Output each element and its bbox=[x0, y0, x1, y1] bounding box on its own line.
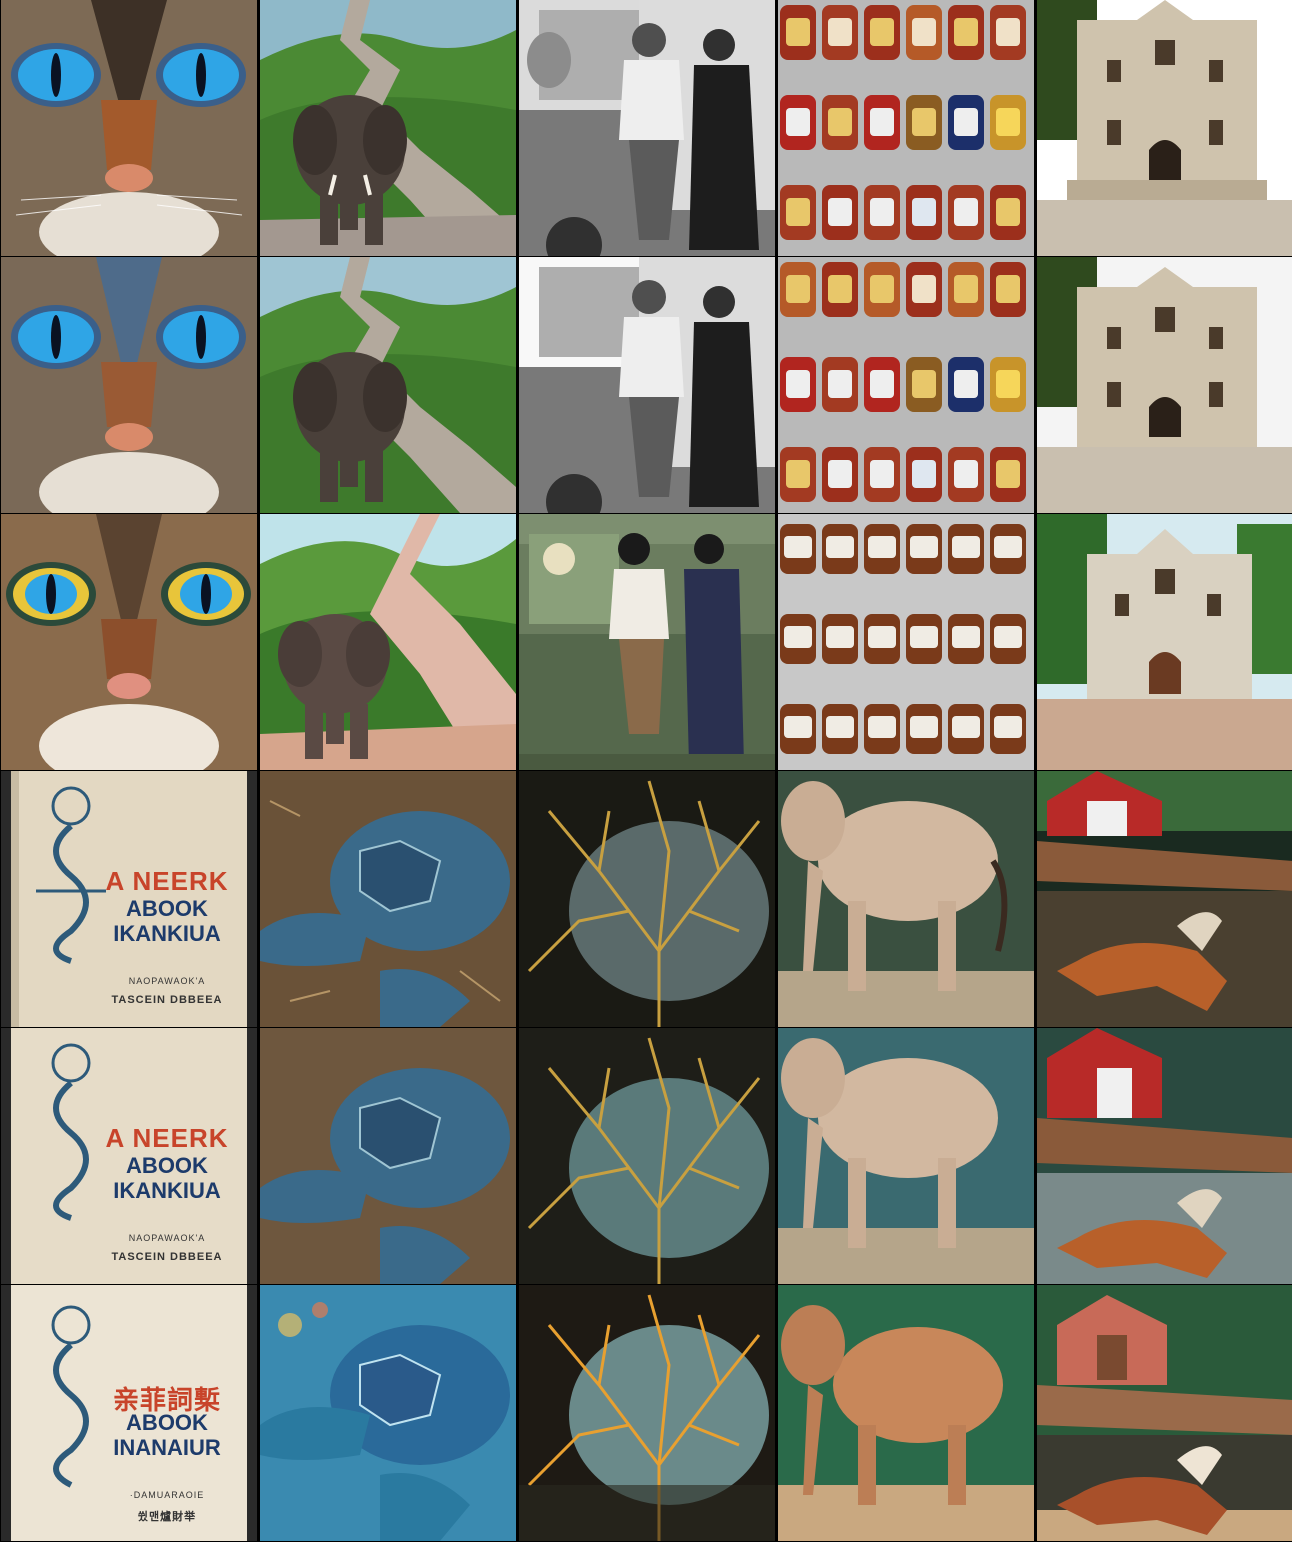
book-title-line3: IKANKIUA bbox=[113, 1178, 221, 1203]
elephant-horse-image bbox=[778, 1028, 1034, 1284]
book-subtitle: ·DAMUARAOIE bbox=[129, 1490, 205, 1500]
alamo-mission-image bbox=[1037, 0, 1292, 256]
barn-horse-tile-1 bbox=[1037, 771, 1292, 1027]
turtle-tile-2 bbox=[260, 1028, 516, 1284]
alamo-tile-3 bbox=[1037, 514, 1292, 770]
cans-tile-3 bbox=[778, 514, 1034, 770]
barn-horse-image bbox=[1037, 1028, 1292, 1284]
elephant-horse-painting bbox=[778, 1285, 1034, 1541]
barn-horse-tile-2 bbox=[1037, 1028, 1292, 1284]
elephant-wall-tile-3 bbox=[260, 514, 516, 770]
turtle-image bbox=[260, 771, 516, 1027]
tree-tile-1 bbox=[519, 771, 775, 1027]
beer-cans-image bbox=[778, 257, 1034, 513]
elephant-horse-tile-3 bbox=[778, 1285, 1034, 1541]
book-title-line3: INANAIUR bbox=[113, 1435, 221, 1460]
tree-tile-3 bbox=[519, 1285, 775, 1541]
beer-cans-image bbox=[778, 0, 1034, 256]
barn-horse-painting bbox=[1037, 1285, 1292, 1541]
book-author: 쓌맨爐財举 bbox=[137, 1511, 197, 1523]
car-tile-3 bbox=[519, 514, 775, 770]
alamo-tile-2 bbox=[1037, 257, 1292, 513]
cat-tile-3 bbox=[1, 514, 257, 770]
book-tile-2: A NEERK ABOOK IKANKIUA NAOPAWAOK'A TASCE… bbox=[1, 1028, 257, 1284]
turtle-painting bbox=[260, 1285, 516, 1541]
alamo-mission-image bbox=[1037, 257, 1292, 513]
book-tile-1: A NEERK ABOOK IKANKIUA NAOPAWAOK'A TASCE… bbox=[1, 771, 257, 1027]
turtle-tile-3 bbox=[260, 1285, 516, 1541]
alamo-tile-1 bbox=[1037, 0, 1292, 256]
turtle-image bbox=[260, 1028, 516, 1284]
book-title-line1: A NEERK bbox=[105, 866, 229, 896]
barn-horse-tile-3 bbox=[1037, 1285, 1292, 1541]
book-subtitle: NAOPAWAOK'A bbox=[128, 976, 206, 986]
image-grid: A NEERK ABOOK IKANKIUA NAOPAWAOK'A TASCE… bbox=[0, 0, 1292, 1542]
cat-face-painting bbox=[1, 514, 257, 770]
elephant-great-wall-painting bbox=[260, 514, 516, 770]
elephant-great-wall-image bbox=[260, 0, 516, 256]
elephant-horse-tile-2 bbox=[778, 1028, 1034, 1284]
car-tile-1 bbox=[519, 0, 775, 256]
book-title-line1: A NEERK bbox=[105, 1123, 229, 1153]
tree-branches-painting bbox=[519, 1285, 775, 1541]
elephant-horse-tile-1 bbox=[778, 771, 1034, 1027]
elephant-wall-tile-1 bbox=[260, 0, 516, 256]
book-title-line2: ABOOK bbox=[126, 896, 208, 921]
tree-tile-2 bbox=[519, 1028, 775, 1284]
cat-face-image bbox=[1, 257, 257, 513]
book-tile-3: 亲菲詞槧 ABOOK INANAIUR ·DAMUARAOIE 쓌맨爐財举 bbox=[1, 1285, 257, 1541]
book-author: TASCEIN DBBEEA bbox=[111, 994, 223, 1006]
tree-branches-image bbox=[519, 771, 775, 1027]
elephant-horse-image bbox=[778, 771, 1034, 1027]
men-at-car-anime bbox=[519, 514, 775, 770]
book-title-line2: ABOOK bbox=[126, 1153, 208, 1178]
cat-tile-1 bbox=[1, 0, 257, 256]
beer-cans-image bbox=[778, 514, 1034, 770]
cans-tile-1 bbox=[778, 0, 1034, 256]
barn-horse-image bbox=[1037, 771, 1292, 1027]
book-title-line2: ABOOK bbox=[126, 1410, 208, 1435]
men-at-car-sketch bbox=[519, 257, 775, 513]
men-at-car-sketch bbox=[519, 0, 775, 256]
car-tile-2 bbox=[519, 257, 775, 513]
cat-face-image bbox=[1, 0, 257, 256]
tree-branches-image bbox=[519, 1028, 775, 1284]
book-title-line3: IKANKIUA bbox=[113, 921, 221, 946]
book-subtitle: NAOPAWAOK'A bbox=[128, 1233, 206, 1243]
cat-tile-2 bbox=[1, 257, 257, 513]
elephant-wall-tile-2 bbox=[260, 257, 516, 513]
cans-tile-2 bbox=[778, 257, 1034, 513]
elephant-great-wall-image bbox=[260, 257, 516, 513]
book-author: TASCEIN DBBEEA bbox=[111, 1251, 223, 1263]
alamo-mission-painting bbox=[1037, 514, 1292, 770]
turtle-tile-1 bbox=[260, 771, 516, 1027]
